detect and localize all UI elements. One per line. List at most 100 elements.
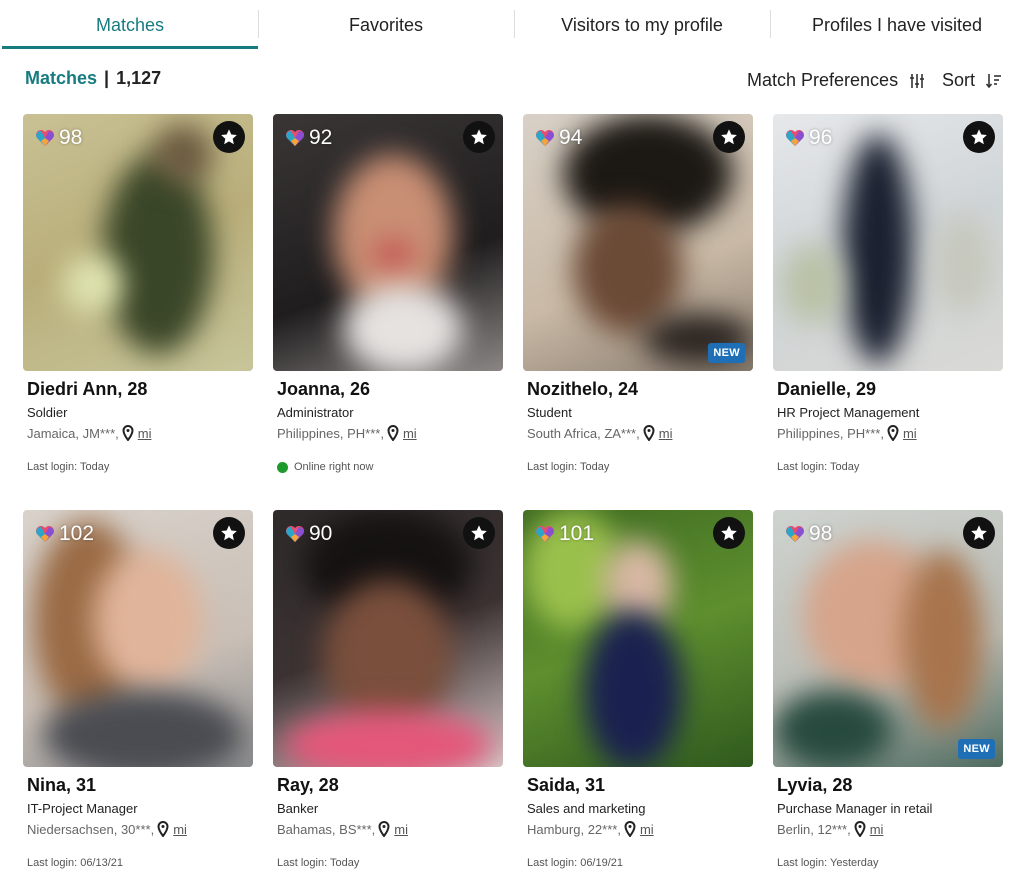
results-header: Matches | 1,127 Match Preferences Sort — [0, 66, 1024, 96]
location-text: Philippines, PH***, — [777, 425, 884, 441]
match-score: 101 — [535, 522, 594, 546]
sort-button[interactable]: Sort — [942, 70, 1002, 91]
match-heart-icon — [785, 525, 805, 543]
profile-name[interactable]: Ray, 28 — [277, 775, 503, 796]
distance-link[interactable]: mi — [659, 426, 673, 441]
match-preferences-button[interactable]: Match Preferences — [747, 70, 925, 91]
profile-photo[interactable]: 98 NEW — [773, 510, 1003, 767]
favorite-star-button[interactable] — [713, 121, 745, 153]
last-login-text: Last login: Today — [27, 461, 110, 473]
location-text: South Africa, ZA***, — [527, 425, 640, 441]
location-text: Niedersachsen, 30***, — [27, 821, 155, 837]
profile-card[interactable]: 96 Danielle, 29 HR Project Management Ph… — [773, 114, 1003, 473]
match-score-value: 96 — [809, 126, 833, 149]
location-text: Hamburg, 22***, — [527, 821, 621, 837]
match-score-value: 94 — [559, 126, 583, 149]
profile-occupation: Student — [527, 405, 572, 420]
favorite-star-button[interactable] — [963, 121, 995, 153]
match-heart-icon — [285, 129, 305, 147]
favorite-star-button[interactable] — [463, 121, 495, 153]
profile-photo[interactable]: 94 NEW — [523, 114, 753, 371]
match-score-value: 90 — [309, 522, 333, 545]
profile-card[interactable]: 94 NEW Nozithelo, 24 Student South Afric… — [523, 114, 753, 473]
profile-photo[interactable]: 90 — [273, 510, 503, 767]
last-login-text: Last login: Today — [777, 461, 860, 473]
last-login: Last login: Yesterday — [777, 857, 1003, 869]
profile-name[interactable]: Nina, 31 — [27, 775, 253, 796]
results-label: Matches — [25, 68, 98, 88]
location-pin-icon — [122, 425, 134, 441]
profile-location: South Africa, ZA***, mi — [527, 425, 753, 441]
last-login-text: Last login: Yesterday — [777, 857, 879, 869]
star-icon — [720, 524, 738, 542]
distance-link[interactable]: mi — [138, 426, 152, 441]
match-score-value: 98 — [59, 126, 83, 149]
distance-link[interactable]: mi — [903, 426, 917, 441]
profile-name[interactable]: Lyvia, 28 — [777, 775, 1003, 796]
profile-name[interactable]: Saida, 31 — [527, 775, 753, 796]
last-login-text: Last login: 06/13/21 — [27, 857, 124, 869]
favorite-star-button[interactable] — [713, 517, 745, 549]
profile-card[interactable]: 102 Nina, 31 IT-Project Manager Niedersa… — [23, 510, 253, 869]
profile-card[interactable]: 98 NEW Lyvia, 28 Purchase Manager in ret… — [773, 510, 1003, 869]
profile-location: Philippines, PH***, mi — [777, 425, 1003, 441]
match-heart-icon — [535, 525, 555, 543]
distance-link[interactable]: mi — [394, 822, 408, 837]
last-login: Last login: 06/13/21 — [27, 857, 253, 869]
match-score: 98 — [35, 126, 82, 150]
distance-link[interactable]: mi — [403, 426, 417, 441]
distance-link[interactable]: mi — [640, 822, 654, 837]
profile-location: Berlin, 12***, mi — [777, 821, 1003, 837]
tab-bar: Matches Favorites Visitors to my profile… — [0, 0, 1024, 50]
star-icon — [220, 524, 238, 542]
profile-name[interactable]: Diedri Ann, 28 — [27, 379, 253, 400]
profile-location: Bahamas, BS***, mi — [277, 821, 503, 837]
location-pin-icon — [887, 425, 899, 441]
profile-photo[interactable]: 92 — [273, 114, 503, 371]
favorite-star-button[interactable] — [963, 517, 995, 549]
tab-visited[interactable]: Profiles I have visited — [770, 0, 1024, 48]
profile-photo[interactable]: 98 — [23, 114, 253, 371]
profile-location: Niedersachsen, 30***, mi — [27, 821, 253, 837]
distance-link[interactable]: mi — [870, 822, 884, 837]
favorite-star-button[interactable] — [213, 517, 245, 549]
match-score-value: 92 — [309, 126, 333, 149]
online-status-text: Online right now — [294, 461, 374, 473]
profile-location: Jamaica, JM***, mi — [27, 425, 253, 441]
profile-name[interactable]: Danielle, 29 — [777, 379, 1003, 400]
location-pin-icon — [387, 425, 399, 441]
profile-name[interactable]: Nozithelo, 24 — [527, 379, 753, 400]
location-pin-icon — [854, 821, 866, 837]
profile-name[interactable]: Joanna, 26 — [277, 379, 503, 400]
profile-photo[interactable]: 96 — [773, 114, 1003, 371]
new-badge: NEW — [958, 739, 995, 759]
match-score: 102 — [35, 522, 94, 546]
profile-photo[interactable]: 102 — [23, 510, 253, 767]
favorite-star-button[interactable] — [463, 517, 495, 549]
favorite-star-button[interactable] — [213, 121, 245, 153]
location-pin-icon — [624, 821, 636, 837]
last-login: Last login: Today — [27, 461, 253, 473]
profile-card[interactable]: 92 Joanna, 26 Administrator Philippines,… — [273, 114, 503, 473]
sort-icon — [985, 74, 1002, 89]
location-pin-icon — [378, 821, 390, 837]
match-heart-icon — [35, 129, 55, 147]
distance-link[interactable]: mi — [173, 822, 187, 837]
last-login-text: Last login: Today — [527, 461, 610, 473]
match-score-value: 98 — [809, 522, 833, 545]
tab-favorites[interactable]: Favorites — [258, 0, 514, 48]
location-pin-icon — [157, 821, 169, 837]
profile-photo[interactable]: 101 — [523, 510, 753, 767]
match-heart-icon — [285, 525, 305, 543]
location-text: Jamaica, JM***, — [27, 425, 119, 441]
tab-matches[interactable]: Matches — [2, 0, 258, 49]
tab-visitors[interactable]: Visitors to my profile — [514, 0, 770, 48]
profile-card[interactable]: 98 Diedri Ann, 28 Soldier Jamaica, JM***… — [23, 114, 253, 473]
profile-occupation: IT-Project Manager — [27, 801, 138, 816]
profile-occupation: Banker — [277, 801, 319, 816]
profile-card[interactable]: 101 Saida, 31 Sales and marketing Hambur… — [523, 510, 753, 869]
profile-card[interactable]: 90 Ray, 28 Banker Bahamas, BS***, mi Last… — [273, 510, 503, 869]
profile-occupation: HR Project Management — [777, 405, 920, 420]
profile-occupation: Soldier — [27, 405, 68, 420]
profile-location: Philippines, PH***, mi — [277, 425, 503, 441]
